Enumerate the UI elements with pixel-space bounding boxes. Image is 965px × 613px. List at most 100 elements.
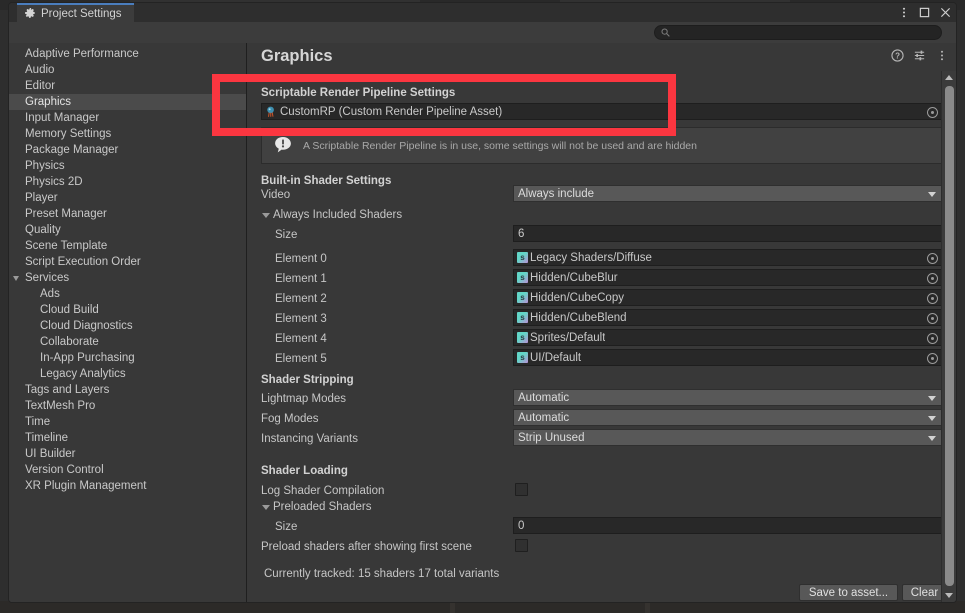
sidebar-item-script-execution-order[interactable]: Script Execution Order bbox=[9, 254, 246, 270]
sidebar-item-textmesh-pro[interactable]: TextMesh Pro bbox=[9, 398, 246, 414]
preload-after-first-scene-checkbox[interactable] bbox=[515, 539, 528, 552]
sidebar-item-label: Graphics bbox=[25, 96, 71, 108]
srp-asset-field[interactable]: CustomRP (Custom Render Pipeline Asset) bbox=[261, 103, 942, 120]
kebab-menu-icon[interactable] bbox=[935, 49, 948, 62]
sidebar-item-cloud-build[interactable]: Cloud Build bbox=[9, 302, 246, 318]
shader-icon: s bbox=[517, 272, 528, 283]
scrollbar-thumb[interactable] bbox=[945, 86, 954, 586]
object-picker-icon[interactable] bbox=[927, 253, 938, 264]
panel-header-icons: ? bbox=[891, 49, 948, 62]
srp-warning-box: A Scriptable Render Pipeline is in use, … bbox=[261, 127, 942, 164]
search-field-wrapper[interactable] bbox=[654, 25, 942, 40]
sidebar-item-graphics[interactable]: Graphics bbox=[9, 94, 246, 110]
sidebar-item-physics[interactable]: Physics bbox=[9, 158, 246, 174]
sidebar-item-services[interactable]: Services bbox=[9, 270, 246, 286]
screen: Project Settings bbox=[0, 0, 965, 613]
element-value: Legacy Shaders/Diffuse bbox=[528, 252, 652, 264]
element-object-field[interactable]: sSprites/Default bbox=[513, 329, 942, 346]
builtin-shader-section-title: Built-in Shader Settings bbox=[261, 175, 391, 187]
sidebar-item-quality[interactable]: Quality bbox=[9, 222, 246, 238]
preset-icon[interactable] bbox=[913, 49, 926, 62]
tab-project-settings[interactable]: Project Settings bbox=[17, 3, 134, 22]
sidebar-item-scene-template[interactable]: Scene Template bbox=[9, 238, 246, 254]
sidebar-item-in-app-purchasing[interactable]: In-App Purchasing bbox=[9, 350, 246, 366]
scroll-up-arrow-icon[interactable] bbox=[945, 75, 953, 80]
scroll-down-arrow-icon[interactable] bbox=[945, 593, 953, 598]
video-dropdown[interactable]: Always include bbox=[513, 185, 942, 202]
sidebar-item-memory-settings[interactable]: Memory Settings bbox=[9, 126, 246, 142]
maximize-icon[interactable] bbox=[918, 6, 931, 19]
video-dropdown-value: Always include bbox=[518, 188, 594, 200]
sidebar-item-collaborate[interactable]: Collaborate bbox=[9, 334, 246, 350]
stripping-label: Fog Modes bbox=[261, 413, 319, 425]
vertical-scrollbar[interactable] bbox=[941, 71, 956, 602]
log-shader-compilation-checkbox[interactable] bbox=[515, 483, 528, 496]
sidebar-item-ads[interactable]: Ads bbox=[9, 286, 246, 302]
scriptable-object-icon bbox=[265, 105, 278, 118]
sidebar-item-label: Player bbox=[25, 192, 58, 204]
object-picker-icon[interactable] bbox=[927, 293, 938, 304]
sidebar-item-tags-and-layers[interactable]: Tags and Layers bbox=[9, 382, 246, 398]
sidebar-item-timeline[interactable]: Timeline bbox=[9, 430, 246, 446]
stripping-dropdown[interactable]: Automatic bbox=[513, 389, 942, 406]
settings-category-sidebar[interactable]: Adaptive PerformanceAudio Editor Graphics I… bbox=[9, 43, 247, 602]
help-icon[interactable]: ? bbox=[891, 49, 904, 62]
save-to-asset-button[interactable]: Save to asset... bbox=[799, 584, 898, 601]
object-picker-icon[interactable] bbox=[927, 107, 938, 118]
log-shader-compilation-label: Log Shader Compilation bbox=[261, 485, 384, 497]
window-body: Adaptive PerformanceAudio Editor Graphics I… bbox=[9, 43, 956, 602]
sidebar-item-audio[interactable]: Audio bbox=[9, 62, 246, 78]
sidebar-item-legacy-analytics[interactable]: Legacy Analytics bbox=[9, 366, 246, 382]
sidebar-item-adaptive-performance[interactable]: Adaptive Performance bbox=[9, 46, 246, 62]
object-picker-icon[interactable] bbox=[927, 333, 938, 344]
page-title: Graphics bbox=[261, 47, 333, 66]
sidebar-item-preset-manager[interactable]: Preset Manager bbox=[9, 206, 246, 222]
sidebar-item-version-control[interactable]: Version Control bbox=[9, 462, 246, 478]
preloaded-size-field[interactable]: 0 bbox=[513, 517, 942, 534]
sidebar-item-label: Scene Template bbox=[25, 240, 107, 252]
stripping-dropdown[interactable]: Strip Unused bbox=[513, 429, 942, 446]
element-object-field[interactable]: sHidden/CubeBlend bbox=[513, 309, 942, 326]
sidebar-item-label: Editor bbox=[25, 80, 55, 92]
sidebar-item-label: Version Control bbox=[25, 464, 104, 476]
svg-text:?: ? bbox=[895, 52, 900, 61]
stripping-dropdown-value: Strip Unused bbox=[518, 432, 584, 444]
preloaded-size-label: Size bbox=[275, 521, 297, 533]
shader-loading-section-title: Shader Loading bbox=[261, 465, 348, 477]
sidebar-item-time[interactable]: Time bbox=[9, 414, 246, 430]
preloaded-shaders-toggle[interactable] bbox=[262, 505, 270, 510]
element-object-field[interactable]: sHidden/CubeBlur bbox=[513, 269, 942, 286]
close-icon[interactable] bbox=[939, 6, 952, 19]
sidebar-item-cloud-diagnostics[interactable]: Cloud Diagnostics bbox=[9, 318, 246, 334]
element-object-field[interactable]: sUI/Default bbox=[513, 349, 942, 366]
sidebar-item-player[interactable]: Player bbox=[9, 190, 246, 206]
settings-detail-panel: Graphics ? bbox=[248, 43, 956, 602]
sidebar-item-ui-builder[interactable]: UI Builder bbox=[9, 446, 246, 462]
object-picker-icon[interactable] bbox=[927, 313, 938, 324]
sidebar-item-package-manager[interactable]: Package Manager bbox=[9, 142, 246, 158]
shader-icon: s bbox=[517, 332, 528, 343]
sidebar-item-label: Tags and Layers bbox=[25, 384, 109, 396]
sidebar-item-label: Memory Settings bbox=[25, 128, 111, 140]
stripping-label: Instancing Variants bbox=[261, 433, 358, 445]
sidebar-item-xr-plugin-management[interactable]: XR Plugin Management bbox=[9, 478, 246, 494]
window-tab-bar: Project Settings bbox=[9, 3, 956, 22]
sidebar-item-physics-2d[interactable]: Physics 2D bbox=[9, 174, 246, 190]
sidebar-item-editor[interactable]: Editor bbox=[9, 78, 246, 94]
chevron-down-icon[interactable] bbox=[13, 276, 19, 281]
element-object-field[interactable]: sLegacy Shaders/Diffuse bbox=[513, 249, 942, 266]
detail-panel-header: Graphics ? bbox=[248, 43, 956, 71]
object-picker-icon[interactable] bbox=[927, 273, 938, 284]
search-bar-row bbox=[9, 22, 956, 44]
always-included-shaders-toggle[interactable] bbox=[262, 213, 270, 218]
element-label: Element 2 bbox=[275, 293, 327, 305]
object-picker-icon[interactable] bbox=[927, 353, 938, 364]
search-input[interactable] bbox=[674, 27, 935, 39]
kebab-menu-icon[interactable] bbox=[897, 6, 910, 19]
element-object-field[interactable]: sHidden/CubeCopy bbox=[513, 289, 942, 306]
sidebar-item-label: Timeline bbox=[25, 432, 68, 444]
array-size-field[interactable]: 6 bbox=[513, 225, 942, 242]
stripping-dropdown[interactable]: Automatic bbox=[513, 409, 942, 426]
srp-section-title: Scriptable Render Pipeline Settings bbox=[261, 87, 455, 99]
sidebar-item-input-manager[interactable]: Input Manager bbox=[9, 110, 246, 126]
